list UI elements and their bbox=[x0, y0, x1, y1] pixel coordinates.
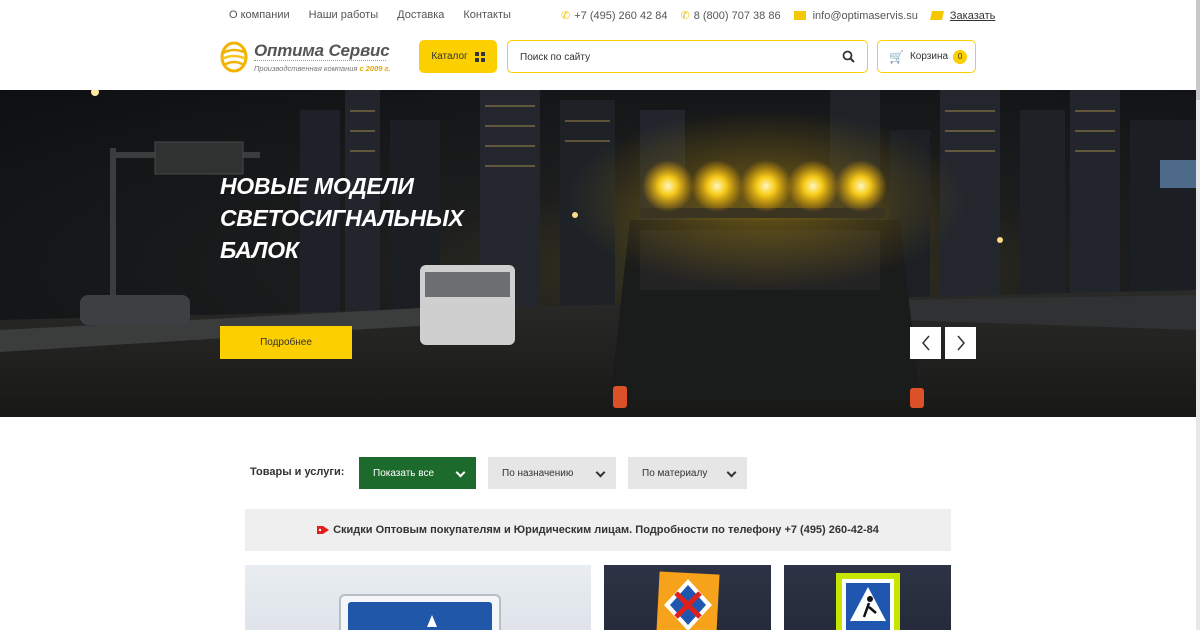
order-text: Заказать bbox=[949, 9, 996, 22]
phone-1-text: +7 (495) 260 42 84 bbox=[574, 9, 668, 22]
email-link[interactable]: info@optimaservis.su bbox=[793, 9, 918, 22]
discount-notice: Скидки Оптовым покупателям и Юридическим… bbox=[245, 509, 951, 551]
nav-link-works[interactable]: Наши работы bbox=[309, 9, 378, 21]
grid-icon bbox=[474, 51, 485, 62]
search-box bbox=[507, 40, 868, 73]
filter-by-material[interactable]: По материалу bbox=[628, 457, 747, 489]
product-card[interactable] bbox=[784, 565, 951, 630]
logo[interactable]: Оптима Сервис Производственная компания … bbox=[220, 39, 395, 79]
chevron-down-icon bbox=[595, 467, 606, 478]
phone-1[interactable]: ✆ +7 (495) 260 42 84 bbox=[561, 9, 668, 23]
contacts: ✆ +7 (495) 260 42 84 ✆ 8 (800) 707 38 86… bbox=[561, 9, 1008, 23]
header: Оптима Сервис Производственная компания … bbox=[0, 30, 1196, 90]
order-link[interactable]: Заказать bbox=[929, 9, 996, 22]
filter-show-all[interactable]: Показать все bbox=[359, 457, 476, 489]
nav-link-about[interactable]: О компании bbox=[229, 9, 290, 21]
product-card[interactable] bbox=[245, 565, 591, 630]
chevron-right-icon bbox=[956, 335, 965, 351]
phone-2[interactable]: ✆ 8 (800) 707 38 86 bbox=[680, 9, 781, 23]
search-input[interactable] bbox=[520, 49, 830, 65]
top-bar: О компании Наши работы Доставка Контакты… bbox=[0, 0, 1196, 30]
filters-label: Товары и услуги: bbox=[250, 466, 345, 478]
logo-divider bbox=[254, 60, 386, 63]
slider-prev-button[interactable] bbox=[910, 327, 941, 359]
product-card[interactable] bbox=[604, 565, 771, 630]
phone-icon: ✆ bbox=[680, 10, 690, 22]
catalog-label: Каталог bbox=[431, 51, 468, 62]
cart-icon: 🛒 bbox=[889, 49, 904, 64]
email-text: info@optimaservis.su bbox=[812, 9, 918, 22]
phone-2-text: 8 (800) 707 38 86 bbox=[693, 9, 781, 22]
chevron-down-icon bbox=[726, 467, 737, 478]
nav-link-delivery[interactable]: Доставка bbox=[397, 9, 444, 21]
chevron-down-icon bbox=[455, 467, 466, 478]
discount-notice-text: Скидки Оптовым покупателям и Юридическим… bbox=[333, 524, 879, 536]
hero-title: Новые модели светосигнальных балок bbox=[220, 173, 464, 263]
filter-by-material-label: По материалу bbox=[642, 467, 708, 479]
mail-icon bbox=[793, 11, 806, 20]
tag-icon bbox=[317, 526, 330, 534]
filter-show-all-label: Показать все bbox=[373, 467, 435, 479]
product-image bbox=[339, 594, 501, 630]
hero-banner: Новые модели светосигнальных балок Подро… bbox=[0, 90, 1196, 417]
hero-background-image bbox=[0, 90, 1196, 417]
product-image bbox=[836, 573, 900, 630]
hero-more-button[interactable]: Подробнее bbox=[220, 326, 352, 359]
logo-title: Оптима Сервис bbox=[254, 41, 390, 60]
catalog-button[interactable]: Каталог bbox=[419, 40, 497, 73]
filter-by-purpose[interactable]: По назначению bbox=[488, 457, 616, 489]
product-image bbox=[656, 571, 720, 630]
page-scrollbar[interactable] bbox=[1196, 0, 1200, 630]
search-icon[interactable] bbox=[842, 50, 855, 63]
scrollbar-thumb[interactable] bbox=[1196, 0, 1200, 100]
logo-subtitle: Производственная компания с 2009 г. bbox=[254, 64, 391, 73]
order-icon bbox=[929, 11, 944, 20]
top-nav: О компании Наши работы Доставка Контакты bbox=[229, 9, 511, 21]
slider-next-button[interactable] bbox=[945, 327, 976, 359]
filter-by-purpose-label: По назначению bbox=[502, 467, 574, 479]
cart-button[interactable]: 🛒 Корзина 0 bbox=[877, 40, 976, 73]
phone-icon: ✆ bbox=[561, 10, 571, 22]
logo-mark-icon bbox=[220, 41, 248, 73]
nav-link-contacts[interactable]: Контакты bbox=[463, 9, 511, 21]
chevron-left-icon bbox=[921, 335, 930, 351]
cart-count-badge: 0 bbox=[953, 49, 968, 64]
logo-since: с 2009 г. bbox=[359, 64, 391, 73]
cart-label: Корзина bbox=[909, 51, 949, 62]
